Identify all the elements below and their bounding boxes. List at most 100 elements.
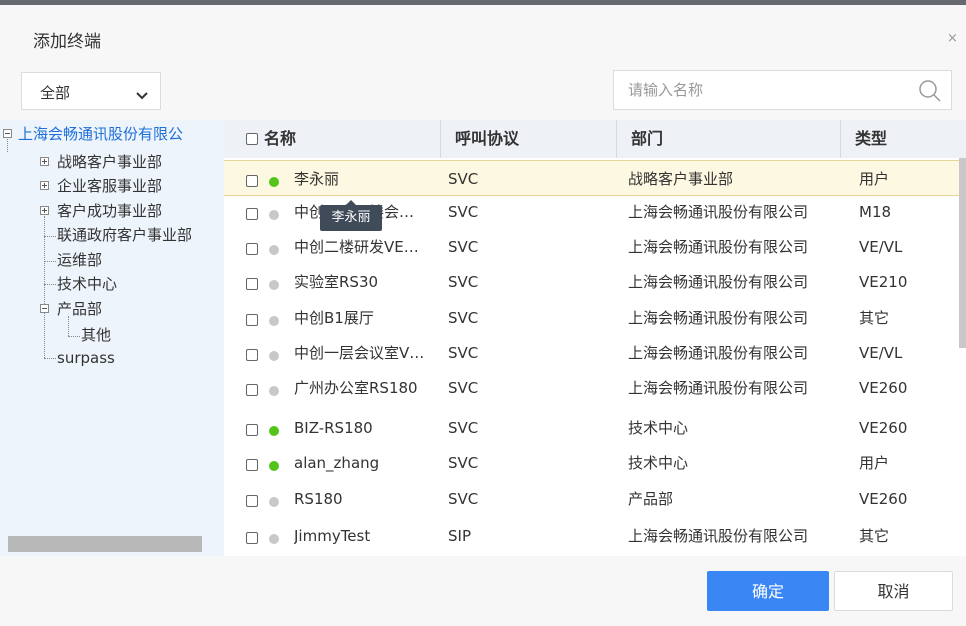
tree-item-strategy[interactable]: 战略客户事业部: [57, 153, 162, 171]
cell-dept: 上海会畅通讯股份有限公司: [628, 527, 809, 545]
confirm-button[interactable]: 确定: [707, 571, 829, 611]
scope-select[interactable]: 全部: [21, 72, 161, 110]
cell-name: BIZ-RS180: [294, 419, 373, 437]
tree-item-product[interactable]: 产品部: [57, 300, 102, 318]
cell-name: 中创二楼研发VE…: [294, 238, 419, 256]
cell-dept: 上海会畅通讯股份有限公司: [628, 203, 809, 221]
cell-name: 中创B1展厅: [294, 309, 374, 327]
cell-dept: 技术中心: [628, 419, 689, 437]
cell-type: 用户: [859, 454, 890, 472]
row-checkbox[interactable]: [246, 175, 258, 187]
table-row[interactable]: 中创B1展厅 SVC 上海会畅通讯股份有限公司 其它: [224, 300, 966, 336]
row-checkbox[interactable]: [246, 384, 258, 396]
search-icon[interactable]: [918, 79, 942, 107]
tree-item-surpass[interactable]: surpass: [57, 349, 115, 367]
cell-type: M18: [859, 203, 892, 221]
cell-type: 用户: [859, 170, 890, 188]
terminal-table: 名称 呼叫协议 部门 类型 李永丽SVC战略客户事业部用户中创研发一楼会…SVC…: [224, 120, 966, 556]
tree-item-ops[interactable]: 运维部: [57, 251, 102, 269]
cell-protocol: SVC: [448, 344, 479, 362]
row-checkbox[interactable]: [246, 459, 258, 471]
row-checkbox[interactable]: [246, 208, 258, 220]
chevron-down-icon: [136, 86, 148, 105]
expand-icon[interactable]: [40, 181, 49, 190]
cell-dept: 产品部: [628, 490, 674, 508]
cell-protocol: SVC: [448, 238, 479, 256]
tree-item-customer-success[interactable]: 客户成功事业部: [57, 202, 162, 220]
dialog-footer: 确定 取消: [0, 556, 966, 626]
cell-dept: 战略客户事业部: [628, 170, 734, 188]
dialog-header: 添加终端 ×: [0, 5, 966, 65]
cell-name: alan_zhang: [294, 454, 380, 472]
department-tree: 上海会畅通讯股份有限公 战略客户事业部 企业客服事业部 客户成功事业部 联通政府…: [0, 120, 224, 556]
table-row[interactable]: BIZ-RS180 SVC 技术中心 VE260: [224, 410, 966, 446]
tree-item-other[interactable]: 其他: [81, 326, 111, 344]
table-row[interactable]: 中创一层会议室V… SVC 上海会畅通讯股份有限公司 VE/VL: [224, 335, 966, 371]
tree-item-tech-center[interactable]: 技术中心: [57, 275, 117, 293]
cell-protocol: SVC: [448, 490, 479, 508]
cell-dept: 上海会畅通讯股份有限公司: [628, 379, 809, 397]
cell-protocol: SVC: [448, 379, 479, 397]
status-dot-icon: [269, 177, 279, 187]
status-dot-icon: [269, 426, 279, 436]
status-dot-icon: [269, 280, 279, 290]
status-dot-icon: [269, 497, 279, 507]
tree-item-enterprise-service[interactable]: 企业客服事业部: [57, 177, 162, 195]
row-checkbox[interactable]: [246, 314, 258, 326]
close-icon[interactable]: ×: [947, 31, 958, 46]
tree-item-unicom-gov[interactable]: 联通政府客户事业部: [57, 226, 192, 244]
cell-protocol: SIP: [448, 527, 471, 545]
expand-icon[interactable]: [40, 206, 49, 215]
table-row[interactable]: 广州办公室RS180 SVC 上海会畅通讯股份有限公司 VE260: [224, 370, 966, 406]
cell-protocol: SVC: [448, 419, 479, 437]
table-row[interactable]: JimmyTest SIP 上海会畅通讯股份有限公司 其它: [224, 518, 966, 554]
tree-horizontal-scrollbar[interactable]: [8, 536, 202, 552]
row-checkbox[interactable]: [246, 532, 258, 544]
cell-protocol: SVC: [448, 203, 479, 221]
cell-dept: 技术中心: [628, 454, 689, 472]
cell-name: 中创一层会议室V…: [294, 344, 425, 362]
status-dot-icon: [269, 351, 279, 361]
cell-type: 其它: [859, 309, 890, 327]
cell-name: 实验室RS30: [294, 273, 379, 291]
cell-type: VE260: [859, 379, 908, 397]
cell-type: VE/VL: [859, 344, 903, 362]
table-row[interactable]: 李永丽 SVC 战略客户事业部 用户: [224, 160, 966, 196]
status-dot-icon: [269, 461, 279, 471]
cell-type: VE260: [859, 419, 908, 437]
cell-dept: 上海会畅通讯股份有限公司: [628, 273, 809, 291]
row-checkbox[interactable]: [246, 243, 258, 255]
row-checkbox[interactable]: [246, 278, 258, 290]
column-header-dept[interactable]: 部门: [616, 120, 840, 158]
column-header-name[interactable]: 名称: [250, 120, 440, 158]
cell-name: 广州办公室RS180: [294, 379, 418, 397]
column-header-protocol[interactable]: 呼叫协议: [440, 120, 616, 158]
name-tooltip: 李永丽: [320, 200, 382, 231]
status-dot-icon: [269, 316, 279, 326]
table-row[interactable]: RS180 SVC 产品部 VE260: [224, 481, 966, 517]
scope-select-value: 全部: [40, 84, 71, 102]
cancel-button[interactable]: 取消: [834, 571, 953, 611]
collapse-icon[interactable]: [3, 129, 12, 138]
cell-name: 李永丽: [294, 170, 340, 188]
status-dot-icon: [269, 534, 279, 544]
collapse-icon[interactable]: [40, 304, 49, 313]
search-input[interactable]: [614, 71, 914, 109]
table-row[interactable]: alan_zhang SVC 技术中心 用户: [224, 445, 966, 481]
row-checkbox[interactable]: [246, 424, 258, 436]
cell-dept: 上海会畅通讯股份有限公司: [628, 344, 809, 362]
table-row[interactable]: 实验室RS30 SVC 上海会畅通讯股份有限公司 VE210: [224, 264, 966, 300]
dialog-title: 添加终端: [33, 32, 101, 52]
table-header: 名称 呼叫协议 部门 类型: [224, 120, 966, 158]
table-vertical-scrollbar[interactable]: [959, 158, 966, 348]
row-checkbox[interactable]: [246, 495, 258, 507]
expand-icon[interactable]: [40, 157, 49, 166]
column-header-type[interactable]: 类型: [840, 120, 966, 158]
status-dot-icon: [269, 386, 279, 396]
cell-name: RS180: [294, 490, 343, 508]
cell-dept: 上海会畅通讯股份有限公司: [628, 238, 809, 256]
cell-protocol: SVC: [448, 309, 479, 327]
tree-root-company[interactable]: 上海会畅通讯股份有限公: [18, 125, 183, 143]
table-row[interactable]: 中创二楼研发VE… SVC 上海会畅通讯股份有限公司 VE/VL: [224, 229, 966, 265]
row-checkbox[interactable]: [246, 349, 258, 361]
